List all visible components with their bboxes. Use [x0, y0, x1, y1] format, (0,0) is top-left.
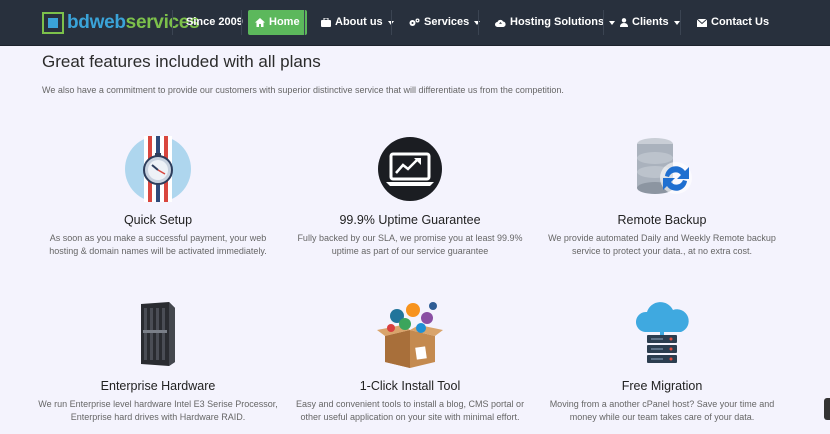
nav-hosting[interactable]: Hosting Solutions: [495, 10, 616, 35]
nav-home[interactable]: Home: [248, 10, 307, 35]
gears-icon: [409, 18, 420, 26]
monitor-chart-icon: [375, 134, 445, 204]
top-navbar: bdwebservices Since 2009 Home About us S…: [0, 0, 830, 46]
nav-since: Since 2009: [186, 16, 243, 28]
section-subtitle: We also have a commitment to provide our…: [42, 85, 564, 95]
chevron-down-icon: [609, 20, 616, 25]
brand-name: bdwebservices: [67, 12, 200, 33]
feature-title: 1-Click Install Tool: [359, 379, 461, 393]
nav-divider: [241, 10, 242, 35]
cloud-server-icon: [627, 300, 697, 370]
nav-divider: [391, 10, 392, 35]
feature-description: We run Enterprise level hardware Intel E…: [38, 399, 278, 422]
database-sync-icon: [627, 134, 697, 204]
feature-title: Quick Setup: [123, 213, 193, 227]
stopwatch-icon: [123, 134, 193, 204]
nav-contact[interactable]: Contact Us: [697, 10, 769, 35]
nav-divider: [680, 10, 681, 35]
feature-title: Free Migration: [621, 379, 703, 393]
nav-divider: [304, 10, 305, 35]
feature-title: Remote Backup: [617, 213, 707, 227]
nav-services[interactable]: Services: [409, 10, 481, 35]
feature-description: Fully backed by our SLA, we promise you …: [297, 233, 523, 256]
server-rack-icon: [123, 300, 193, 370]
scroll-top-handle[interactable]: [824, 398, 830, 420]
brand-logo[interactable]: bdwebservices: [42, 11, 200, 35]
feature-description: Moving from a another cPanel host? Save …: [549, 399, 775, 422]
nav-divider: [172, 10, 173, 35]
user-icon: [620, 18, 628, 27]
feature-description: We provide automated Daily and Weekly Re…: [548, 233, 776, 256]
nav-divider: [603, 10, 604, 35]
nav-clients[interactable]: Clients: [620, 10, 680, 35]
envelope-icon: [697, 18, 707, 27]
feature-uptime: 99.9% Uptime Guarantee Fully backed by o…: [280, 134, 540, 258]
section-title: Great features included with all plans: [42, 52, 321, 71]
chevron-down-icon: [673, 20, 680, 25]
nav-divider: [478, 10, 479, 35]
feature-title: 99.9% Uptime Guarantee: [339, 213, 481, 227]
feature-enterprise-hardware: Enterprise Hardware We run Enterprise le…: [28, 300, 288, 424]
app-box-icon: [375, 300, 445, 370]
logo-mark-icon: [42, 12, 64, 34]
feature-description: Easy and convenient tools to install a b…: [295, 399, 525, 422]
home-icon: [255, 18, 265, 27]
feature-quick-setup: Quick Setup As soon as you make a succes…: [28, 134, 288, 258]
nav-about[interactable]: About us: [321, 10, 394, 35]
feature-title: Enterprise Hardware: [100, 379, 216, 393]
cloud-upload-icon: [495, 19, 506, 27]
feature-free-migration: Free Migration Moving from a another cPa…: [532, 300, 792, 424]
briefcase-icon: [321, 18, 331, 27]
feature-description: As soon as you make a successful payment…: [49, 233, 267, 256]
feature-install-tool: 1-Click Install Tool Easy and convenient…: [280, 300, 540, 424]
feature-remote-backup: Remote Backup We provide automated Daily…: [532, 134, 792, 258]
